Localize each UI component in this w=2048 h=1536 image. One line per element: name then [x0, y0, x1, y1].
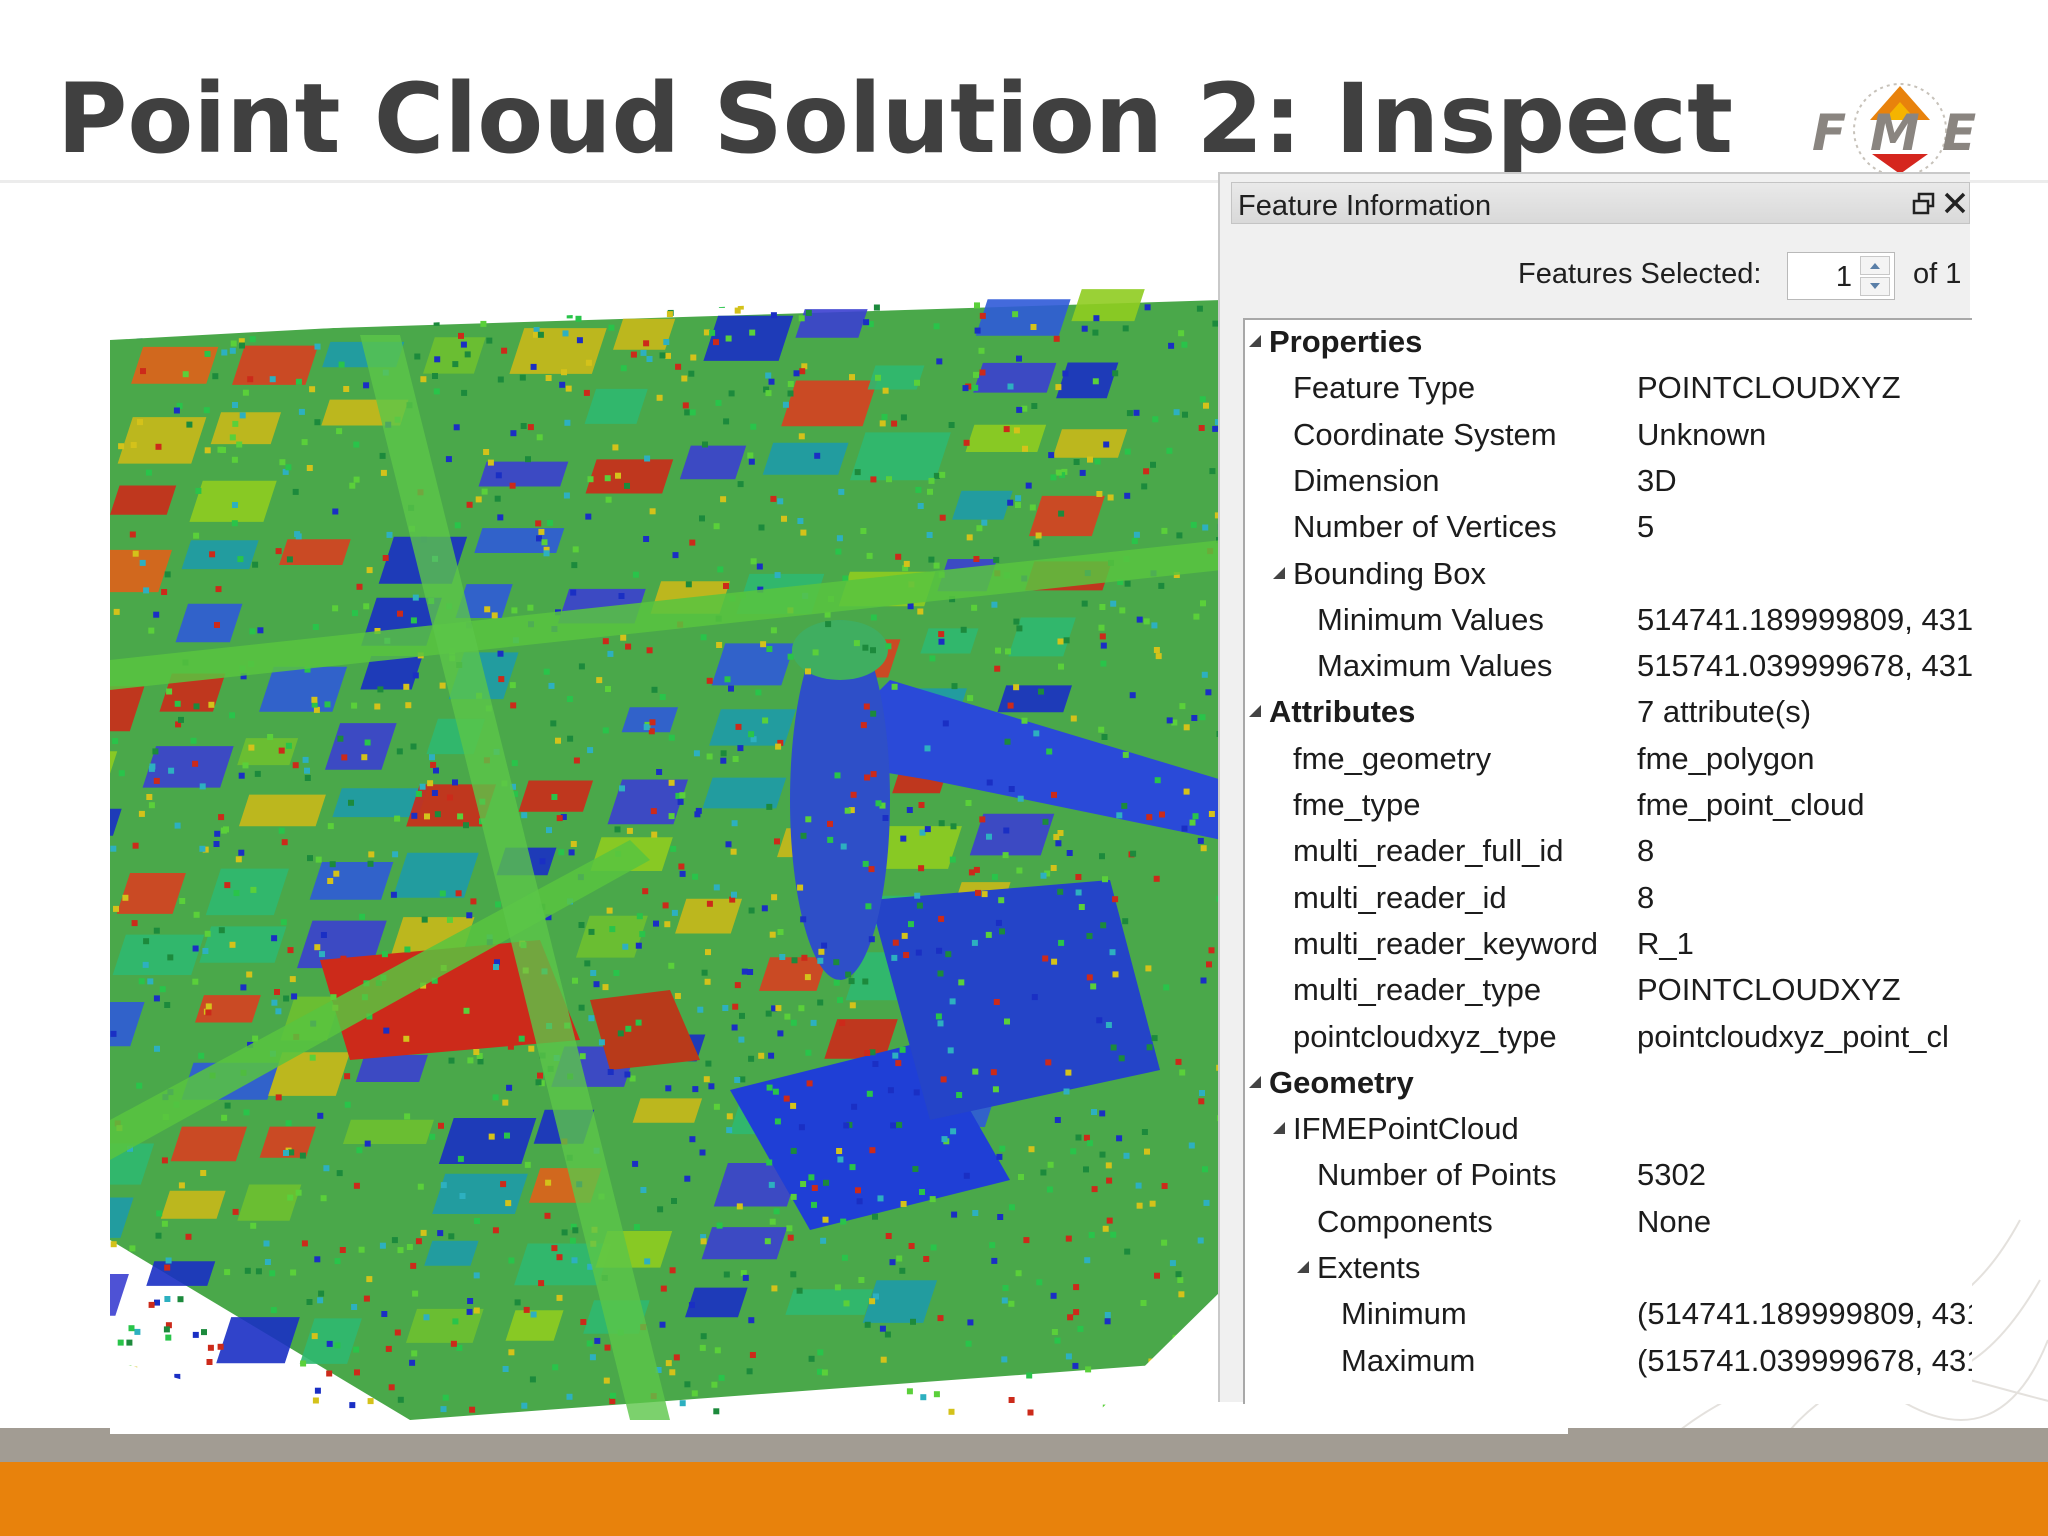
expand-arrow-icon[interactable]	[1273, 566, 1285, 579]
tree-row[interactable]: Attributes 7 attribute(s)	[1245, 690, 1972, 736]
expand-arrow-icon[interactable]	[1249, 335, 1261, 347]
tree-row[interactable]: Minimum Values 514741.189999809, 4310	[1245, 598, 1972, 644]
tree-row[interactable]: multi_reader_full_id 8	[1245, 829, 1972, 875]
panel-titlebar: Feature Information	[1231, 182, 1970, 224]
arrow-up-icon	[1870, 263, 1880, 269]
tree-row[interactable]: multi_reader_keyword R_1	[1245, 922, 1972, 968]
arrow-down-icon	[1870, 283, 1880, 289]
tree-row[interactable]: Properties	[1245, 320, 1972, 366]
tree-row[interactable]: pointcloudxyz_type pointcloudxyz_point_cl	[1245, 1015, 1972, 1061]
tree-row-value: 7 attribute(s)	[1637, 694, 1812, 730]
tree-row-label: Number of Points	[1317, 1157, 1557, 1193]
slide-title: Point Cloud Solution 2: Inspect	[57, 63, 1733, 175]
tree-row-value: fme_polygon	[1637, 740, 1815, 776]
tree-row[interactable]: multi_reader_id 8	[1245, 876, 1972, 922]
expand-arrow-icon[interactable]	[1249, 705, 1261, 718]
tree-row[interactable]: Geometry	[1245, 1061, 1972, 1107]
tree-row-label: fme_geometry	[1293, 740, 1492, 776]
tree-row-label: IFMEPointCloud	[1293, 1111, 1519, 1147]
tree-row[interactable]: Number of Vertices 5	[1245, 505, 1972, 551]
tree-row-value: POINTCLOUDXYZ	[1637, 370, 1901, 406]
feature-information-panel: Feature Information Features Selected: o…	[1218, 172, 1972, 1404]
tree-row-value: 515741.039999678, 4311	[1637, 648, 1972, 684]
tree-row-label: Maximum	[1341, 1342, 1476, 1378]
tree-row[interactable]: Bounding Box	[1245, 552, 1972, 598]
tree-row-label: Minimum	[1341, 1296, 1467, 1332]
tree-row-label: Attributes	[1269, 694, 1416, 730]
tree-row-label: Geometry	[1269, 1064, 1414, 1100]
close-icon[interactable]	[1942, 190, 1968, 216]
tree-row[interactable]: Coordinate System Unknown	[1245, 413, 1972, 459]
tree-row-value: 3D	[1637, 462, 1677, 498]
tree-row[interactable]: IFMEPointCloud	[1245, 1107, 1972, 1153]
svg-text:E: E	[1942, 104, 1976, 162]
panel-title: Feature Information	[1238, 190, 1492, 222]
tree-row-label: multi_reader_type	[1293, 972, 1542, 1008]
tree-row-label: Feature Type	[1293, 370, 1476, 406]
tree-row-value: 514741.189999809, 4310	[1637, 601, 1972, 637]
tree-row-label: Components	[1317, 1203, 1493, 1239]
tree-row-label: Bounding Box	[1293, 555, 1487, 591]
tree-row[interactable]: fme_geometry fme_polygon	[1245, 737, 1972, 783]
tree-row-value: 5302	[1637, 1157, 1706, 1193]
stepper-value[interactable]: 1	[1836, 261, 1852, 294]
point-cloud-view	[110, 240, 1222, 1420]
tree-row-value: fme_point_cloud	[1637, 787, 1865, 822]
tree-row-label: multi_reader_keyword	[1293, 925, 1598, 961]
tree-row[interactable]: Maximum Values 515741.039999678, 4311	[1245, 644, 1972, 690]
fme-logo: F M E	[1812, 83, 1976, 177]
tree-row-value: POINTCLOUDXYZ	[1637, 972, 1901, 1008]
tree-row-value: 5	[1637, 509, 1655, 545]
tree-row-label: Coordinate System	[1293, 416, 1557, 452]
tree-row[interactable]: Dimension 3D	[1245, 459, 1972, 505]
features-selected-stepper[interactable]: 1	[1787, 252, 1895, 300]
tree-row[interactable]: Feature Type POINTCLOUDXYZ	[1245, 366, 1972, 412]
tree-row-value: Unknown	[1637, 416, 1767, 452]
expand-arrow-icon[interactable]	[1297, 1261, 1309, 1273]
tree-row[interactable]: Maximum (515741.039999678, 431	[1245, 1339, 1972, 1385]
tree-row-label: Number of Vertices	[1293, 509, 1557, 545]
tree-row-label: multi_reader_id	[1293, 879, 1507, 915]
tree-row-value: 8	[1637, 833, 1655, 869]
tree-row-value: None	[1637, 1203, 1712, 1239]
features-selected-label: Features Selected:	[1518, 258, 1762, 290]
tree-row[interactable]: Minimum (514741.189999809, 431	[1245, 1292, 1972, 1338]
tree-row-label: Maximum Values	[1317, 648, 1553, 684]
feature-tree[interactable]: Properties Feature Type POINTCLOUDXYZ Coord…	[1243, 318, 1972, 1404]
tree-row-value: pointcloudxyz_point_cl	[1637, 1018, 1949, 1054]
stepper-up-button[interactable]	[1860, 256, 1890, 275]
tree-row-label: Extents	[1317, 1250, 1421, 1285]
tree-row-label: multi_reader_full_id	[1293, 833, 1564, 869]
tree-row-label: Properties	[1269, 324, 1423, 359]
tree-row[interactable]: fme_type fme_point_cloud	[1245, 783, 1972, 829]
point-cloud-render	[110, 240, 1222, 1420]
stepper-down-button[interactable]	[1860, 277, 1890, 296]
tree-row[interactable]: Components None	[1245, 1200, 1972, 1246]
footer-orange-band	[0, 1462, 2048, 1536]
tree-row[interactable]: multi_reader_type POINTCLOUDXYZ	[1245, 968, 1972, 1014]
expand-arrow-icon[interactable]	[1273, 1122, 1285, 1135]
tree-row[interactable]: Number of Points 5302	[1245, 1153, 1972, 1199]
tree-row-value: (514741.189999809, 431	[1637, 1296, 1972, 1332]
expand-arrow-icon[interactable]	[1249, 1075, 1261, 1088]
tree-row-label: Dimension	[1293, 462, 1440, 498]
tree-row-value: (515741.039999678, 431	[1637, 1342, 1972, 1378]
svg-text:F: F	[1812, 104, 1846, 162]
tree-row-label: Minimum Values	[1317, 601, 1544, 637]
features-total: of 1	[1913, 258, 1962, 290]
restore-window-icon[interactable]	[1912, 192, 1936, 216]
tree-row-label: pointcloudxyz_type	[1293, 1018, 1557, 1054]
svg-text:M: M	[1870, 104, 1920, 162]
tree-row-value: R_1	[1637, 925, 1694, 961]
tree-row-value: 8	[1637, 879, 1655, 915]
tree-row-label: fme_type	[1293, 787, 1421, 822]
tree-row[interactable]: Extents	[1245, 1246, 1972, 1292]
